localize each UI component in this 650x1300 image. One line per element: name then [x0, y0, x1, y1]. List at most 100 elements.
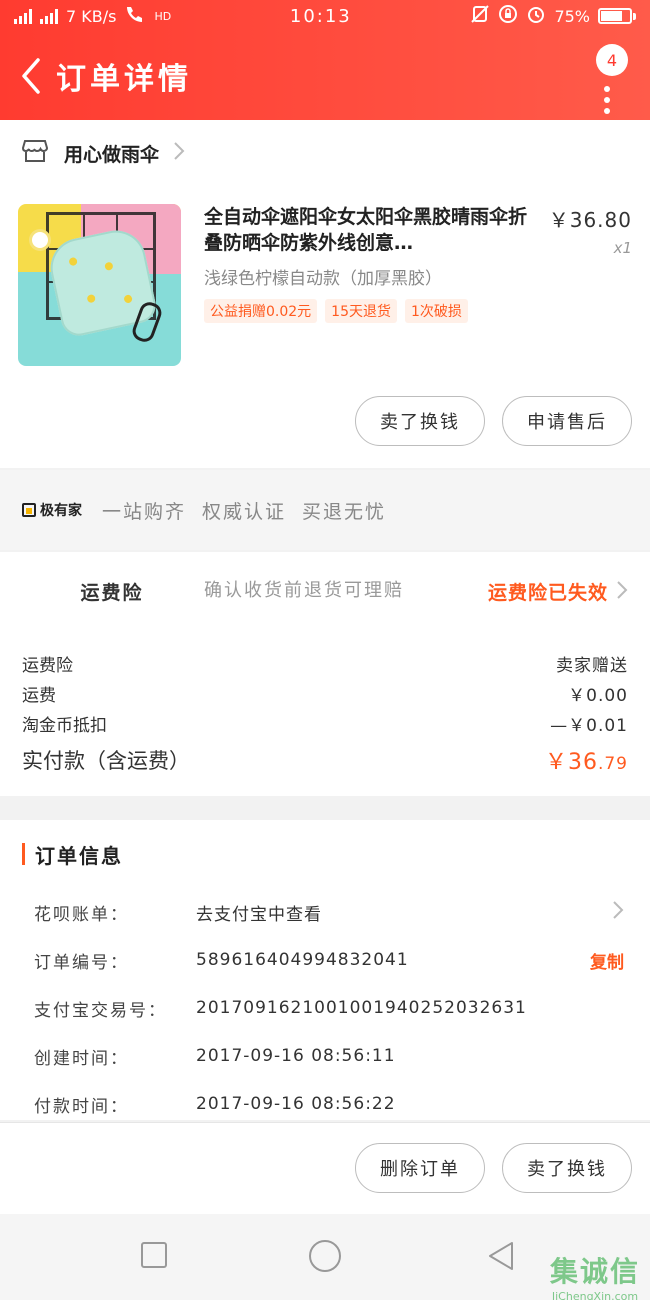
copy-button[interactable]: 复制 [590, 948, 624, 973]
section-accent-bar [22, 843, 25, 865]
alipay-trade-value: 2017091621001001940252032631 [196, 998, 527, 1018]
sell-for-cash-button[interactable]: 卖了换钱 [502, 1143, 632, 1193]
system-back-button[interactable] [486, 1240, 516, 1276]
product-title: 全自动伞遮阳伞女太阳伞黑胶晴雨伞折叠防晒伞防紫外线创意… [204, 206, 528, 254]
delete-order-button[interactable]: 删除订单 [355, 1143, 485, 1193]
order-info-title: 订单信息 [35, 843, 123, 868]
fee-row: 运费 ￥0.00 [22, 678, 628, 708]
jiyoujia-slogans: 一站购齐 权威认证 买退无忧 [102, 497, 386, 524]
huabei-value: 去支付宝中查看 [196, 904, 322, 925]
more-dots-icon [604, 86, 610, 119]
total-paid-int: ￥36 [544, 750, 598, 775]
mute-icon [470, 4, 490, 28]
jiyoujia-logo-text: 极有家 [40, 503, 82, 519]
status-left: 7 KB/s HD [14, 5, 171, 27]
triangle-back-icon [489, 1242, 513, 1270]
order-info-section: 订单信息 花呗账单： 去支付宝中查看 订单编号： 589616404994832… [0, 820, 650, 1120]
signal-icon-2 [40, 8, 58, 24]
huabei-row[interactable]: 花呗账单： 去支付宝中查看 [0, 888, 650, 936]
product-price-block: ￥36.80 x1 [549, 204, 632, 257]
created-time-row: 创建时间： 2017-09-16 08:56:11 [0, 1032, 650, 1080]
created-time-label: 创建时间： [34, 1048, 129, 1069]
order-number-value: 589616404994832041 [196, 950, 409, 970]
total-paid-row: 实付款（含运费） ￥36.79 [22, 740, 628, 780]
chevron-right-icon [612, 900, 624, 925]
alipay-trade-label: 支付宝交易号： [34, 1000, 167, 1021]
huabei-label: 花呗账单： [34, 904, 129, 925]
jiyoujia-banner: 极有家 一站购齐 权威认证 买退无忧 [0, 470, 650, 550]
back-button[interactable] [12, 46, 48, 106]
status-right: 75% [470, 4, 636, 28]
total-paid-label: 实付款（含运费） [22, 749, 190, 773]
order-number-row: 订单编号： 589616404994832041 复制 [0, 936, 650, 984]
bottom-action-bar: 删除订单 卖了换钱 [0, 1122, 650, 1214]
top-bar: 7 KB/s HD 10:13 75% 订单详情 4 [0, 0, 650, 120]
shop-name: 用心做雨伞 [64, 143, 160, 166]
product-item[interactable]: 全自动伞遮阳伞女太阳伞黑胶晴雨伞折叠防晒伞防紫外线创意… 浅绿色柠檬自动款（加厚… [18, 204, 632, 366]
shop-section: 用心做雨伞 全自动伞遮阳伞女太阳伞黑胶晴雨伞折叠防晒伞防紫外线创意… 浅绿色柠檬… [0, 120, 650, 468]
product-tag: 1次破损 [405, 299, 468, 323]
slogan: 一站购齐 [102, 500, 187, 523]
request-aftersale-button[interactable]: 申请售后 [502, 396, 632, 446]
product-image [18, 204, 181, 366]
chevron-left-icon [22, 58, 40, 94]
more-menu-button[interactable]: 4 [586, 44, 628, 114]
battery-icon [598, 8, 636, 24]
store-icon [21, 139, 49, 167]
freight-insurance-status: 运费险已失效 [487, 581, 608, 604]
paid-time-value: 2017-09-16 08:56:22 [196, 1094, 396, 1114]
watermark-logo: 集诚信 [549, 1255, 640, 1288]
chevron-right-icon [616, 580, 628, 604]
chevron-right-icon [173, 141, 185, 165]
product-tag: 公益捐赠0.02元 [204, 299, 318, 323]
fee-row: 运费险 卖家赠送 [22, 648, 628, 678]
product-tags: 公益捐赠0.02元 15天退货 1次破损 [204, 299, 534, 323]
total-paid-value: ￥36.79 [545, 744, 628, 776]
paid-time-row: 付款时间： 2017-09-16 08:56:22 [0, 1080, 650, 1128]
shop-row[interactable]: 用心做雨伞 [0, 120, 650, 186]
freight-insurance-desc: 确认收货前退货可理赔 [204, 580, 404, 601]
fee-label: 运费 [22, 685, 56, 706]
fee-label: 淘金币抵扣 [22, 715, 107, 736]
fee-value: ￥0.00 [568, 685, 628, 706]
fee-value: 卖家赠送 [556, 655, 628, 676]
hd-call-icon [124, 5, 146, 27]
hd-label: HD [154, 9, 172, 23]
status-time: 10:13 [289, 5, 352, 27]
product-quantity: x1 [613, 239, 632, 257]
fee-value: —￥0.01 [550, 715, 628, 736]
payment-summary: 运费险 确认收货前退货可理赔 运费险已失效 运费险 卖家赠送 运费 ￥0.00 … [0, 552, 650, 796]
fee-list: 运费险 卖家赠送 运费 ￥0.00 淘金币抵扣 —￥0.01 实付款（含运费） … [0, 630, 650, 780]
status-bar: 7 KB/s HD 10:13 75% [0, 0, 650, 32]
jiyoujia-logo-icon [22, 503, 36, 517]
fee-label: 运费险 [22, 655, 73, 676]
product-price: ￥36.80 [548, 208, 632, 232]
slogan: 权威认证 [202, 500, 287, 523]
alarm-icon [526, 4, 546, 28]
watermark: 集诚信 JiChengXin.com [550, 1250, 640, 1300]
fee-row: 淘金币抵扣 —￥0.01 [22, 708, 628, 738]
nav-row: 订单详情 4 [0, 32, 650, 120]
battery-percent: 75% [554, 6, 590, 26]
signal-icon [14, 8, 32, 24]
product-sku: 浅绿色柠檬自动款（加厚黑胶） [204, 269, 442, 289]
sell-for-cash-button[interactable]: 卖了换钱 [355, 396, 485, 446]
paid-time-label: 付款时间： [34, 1096, 129, 1117]
jiyoujia-logo: 极有家 [22, 500, 82, 520]
order-info-header: 订单信息 [0, 820, 650, 888]
alipay-trade-row: 支付宝交易号： 2017091621001001940252032631 [0, 984, 650, 1032]
watermark-url: JiChengXin.com [551, 1290, 639, 1300]
product-tag: 15天退货 [325, 299, 397, 323]
order-number-label: 订单编号： [34, 952, 129, 973]
product-info: 全自动伞遮阳伞女太阳伞黑胶晴雨伞折叠防晒伞防紫外线创意… 浅绿色柠檬自动款（加厚… [204, 204, 534, 323]
recent-apps-button[interactable] [141, 1242, 167, 1268]
message-count-badge: 4 [596, 44, 628, 76]
freight-insurance-label: 运费险 [80, 581, 144, 604]
home-button[interactable] [309, 1240, 341, 1272]
total-paid-dec: .79 [597, 754, 628, 774]
network-speed: 7 KB/s [66, 6, 117, 26]
slogan: 买退无忧 [302, 500, 387, 523]
freight-insurance-row[interactable]: 运费险 确认收货前退货可理赔 运费险已失效 [0, 552, 650, 630]
created-time-value: 2017-09-16 08:56:11 [196, 1046, 396, 1066]
lock-rotation-icon [498, 4, 518, 28]
